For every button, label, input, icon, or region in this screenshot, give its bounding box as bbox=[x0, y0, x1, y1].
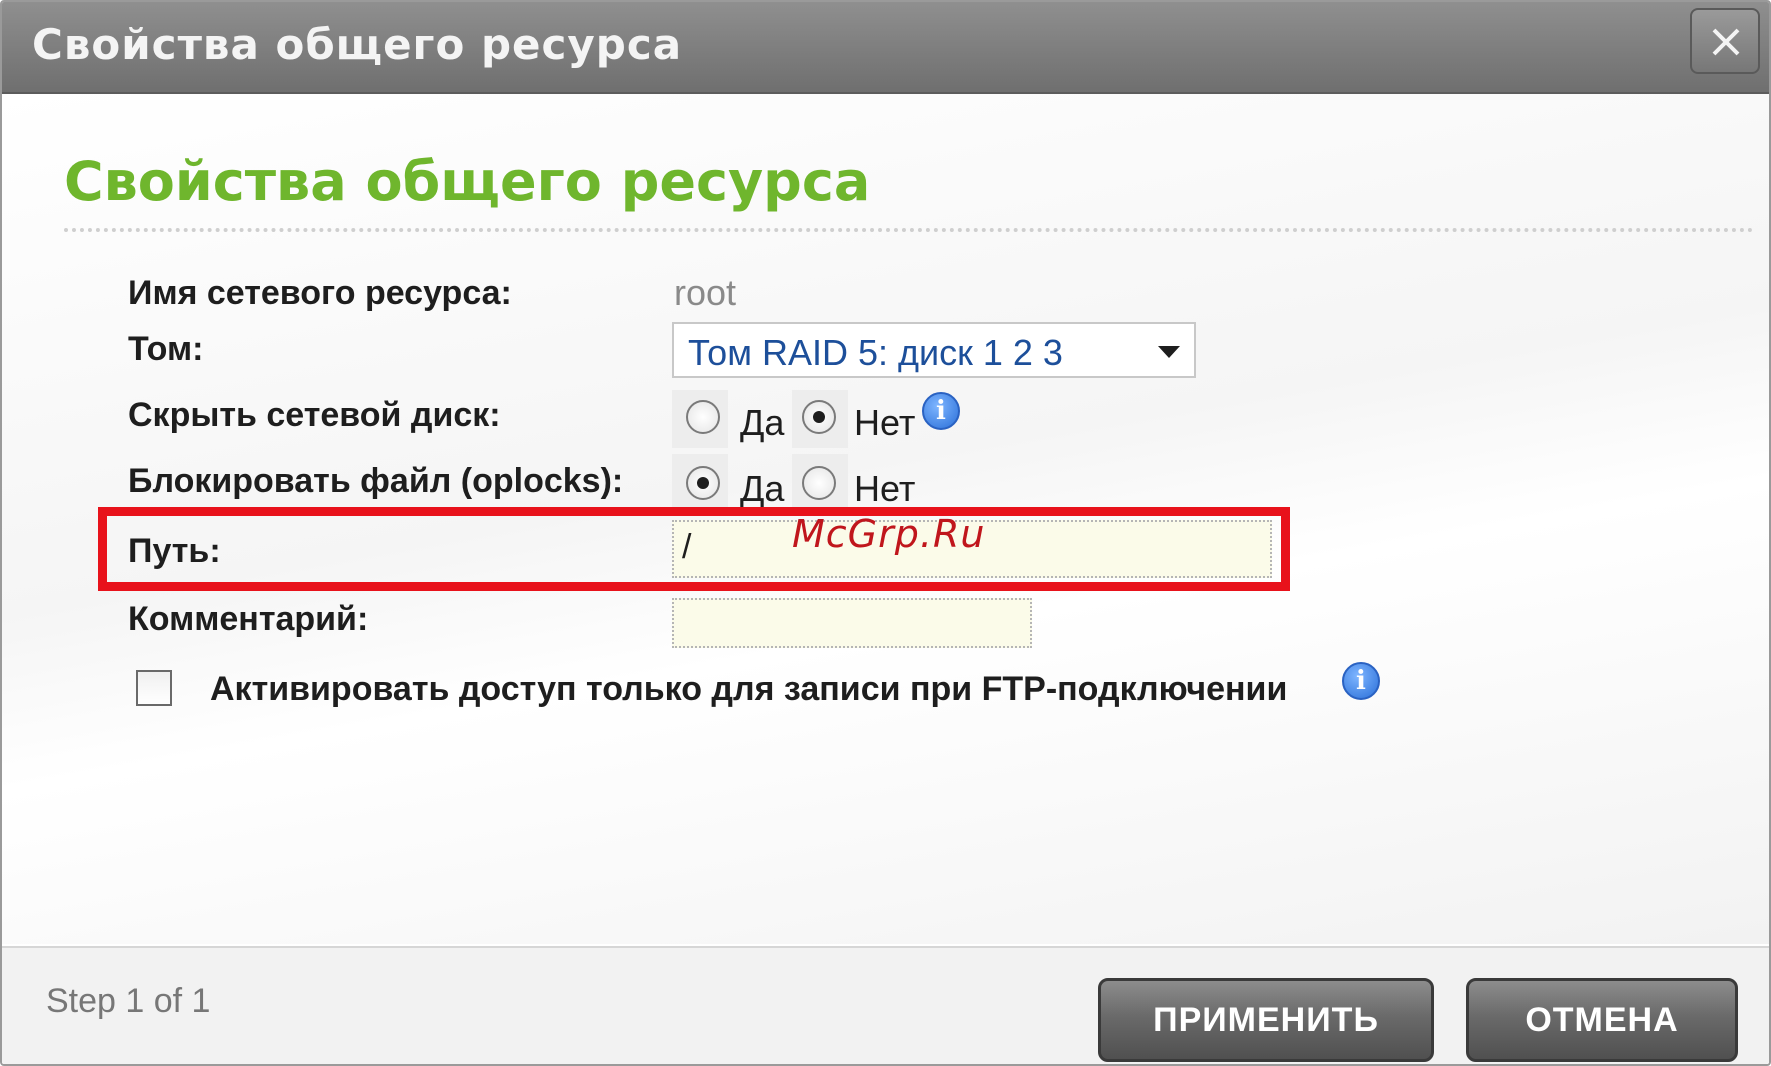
oplocks-no-radio[interactable] bbox=[802, 466, 836, 500]
page-heading: Свойства общего ресурса bbox=[64, 150, 871, 213]
comment-input[interactable] bbox=[672, 598, 1032, 648]
oplocks-yes-label: Да bbox=[740, 468, 785, 509]
hide-no-label: Нет bbox=[854, 402, 916, 443]
share-properties-dialog: Свойства общего ресурса Свойства общего … bbox=[0, 0, 1771, 1066]
close-button[interactable] bbox=[1690, 8, 1760, 74]
ftp-write-only-label: Активировать доступ только для записи пр… bbox=[210, 670, 1288, 708]
dialog-footer: Step 1 of 1 ПРИМЕНИТЬ ОТМЕНА bbox=[2, 946, 1769, 1064]
title-bar: Свойства общего ресурса bbox=[2, 2, 1769, 94]
share-name-label: Имя сетевого ресурса: bbox=[128, 274, 512, 312]
watermark: McGrp.Ru bbox=[792, 512, 986, 556]
info-icon[interactable]: i bbox=[922, 392, 960, 430]
step-indicator: Step 1 of 1 bbox=[46, 982, 211, 1020]
ftp-write-only-checkbox[interactable] bbox=[136, 670, 172, 706]
cancel-button[interactable]: ОТМЕНА bbox=[1466, 978, 1738, 1062]
close-icon bbox=[1712, 28, 1740, 56]
highlight-box bbox=[98, 507, 1290, 591]
volume-label: Том: bbox=[128, 330, 204, 368]
volume-select-value: Том RAID 5: диск 1 2 3 bbox=[688, 332, 1063, 373]
hide-drive-label: Скрыть сетевой диск: bbox=[128, 396, 501, 434]
oplocks-no-label: Нет bbox=[854, 468, 916, 509]
dropdown-arrow-icon bbox=[1158, 346, 1180, 358]
comment-label: Комментарий: bbox=[128, 600, 369, 638]
share-name-value: root bbox=[674, 272, 737, 313]
info-icon[interactable]: i bbox=[1342, 662, 1380, 700]
window-title: Свойства общего ресурса bbox=[32, 20, 683, 69]
oplocks-yes-radio[interactable] bbox=[686, 466, 720, 500]
hide-yes-radio[interactable] bbox=[686, 400, 720, 434]
heading-divider bbox=[64, 228, 1754, 232]
apply-button[interactable]: ПРИМЕНИТЬ bbox=[1098, 978, 1434, 1062]
oplocks-label: Блокировать файл (oplocks): bbox=[128, 462, 624, 500]
volume-select[interactable]: Том RAID 5: диск 1 2 3 bbox=[672, 322, 1196, 378]
hide-no-radio[interactable] bbox=[802, 400, 836, 434]
hide-yes-label: Да bbox=[740, 402, 785, 443]
